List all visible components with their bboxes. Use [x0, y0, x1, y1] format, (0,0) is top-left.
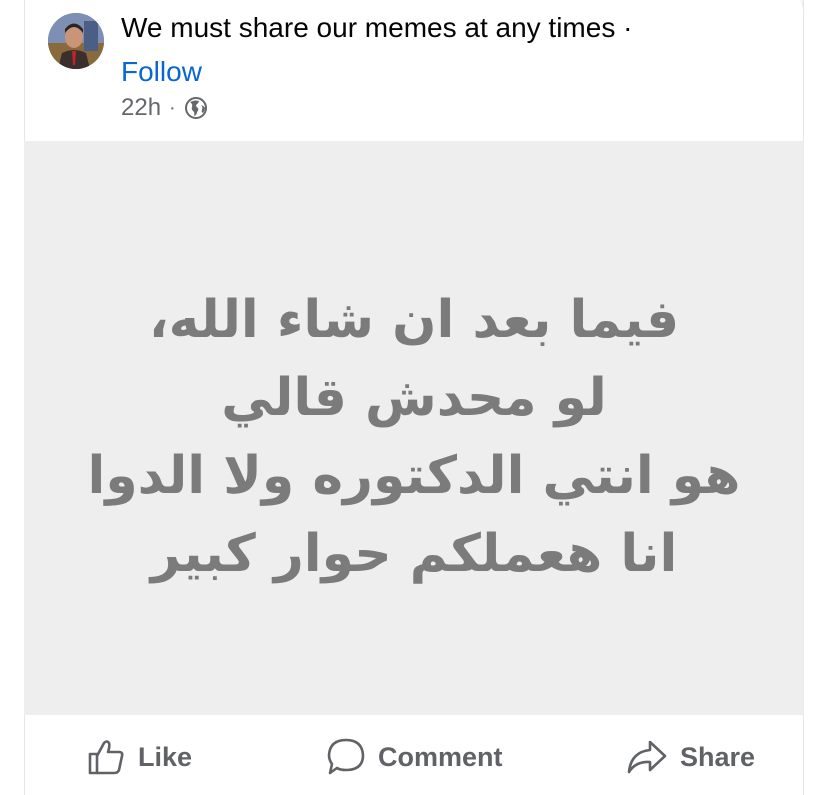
meta-separator: · [169, 96, 176, 119]
like-label: Like [138, 741, 193, 772]
post-time[interactable]: 22h [121, 94, 161, 122]
meme-line: فيما بعد ان شاء الله، [148, 290, 680, 350]
meme-text: فيما بعد ان شاء الله، لو محدش قالي هو ان… [24, 281, 804, 593]
globe-icon [184, 96, 208, 120]
meme-line: هو انتي الدكتوره ولا الدوا [87, 446, 741, 506]
post-card: We must share our memes at any times · F… [0, 0, 827, 795]
meme-line: انا هعملكم حوار كبير [150, 524, 678, 584]
avatar-image [48, 13, 104, 69]
thumbs-up-icon [88, 740, 124, 775]
meme-line: لو محدش قالي [221, 368, 607, 428]
comment-bubble-icon [327, 738, 365, 775]
meme-image[interactable]: فيما بعد ان شاء الله، لو محدش قالي هو ان… [24, 141, 804, 715]
comment-label: Comment [378, 741, 503, 772]
share-arrow-icon [627, 740, 667, 774]
share-button[interactable]: Share [626, 734, 755, 780]
like-button[interactable]: Like [86, 734, 192, 780]
comment-button[interactable]: Comment [326, 734, 503, 780]
post-title[interactable]: We must share our memes at any times · [121, 10, 632, 46]
avatar[interactable] [48, 13, 104, 69]
post-meta: 22h · [121, 93, 208, 123]
follow-button[interactable]: Follow [121, 54, 202, 90]
action-bar: Like Comment Share [24, 720, 804, 795]
share-label: Share [680, 741, 756, 772]
